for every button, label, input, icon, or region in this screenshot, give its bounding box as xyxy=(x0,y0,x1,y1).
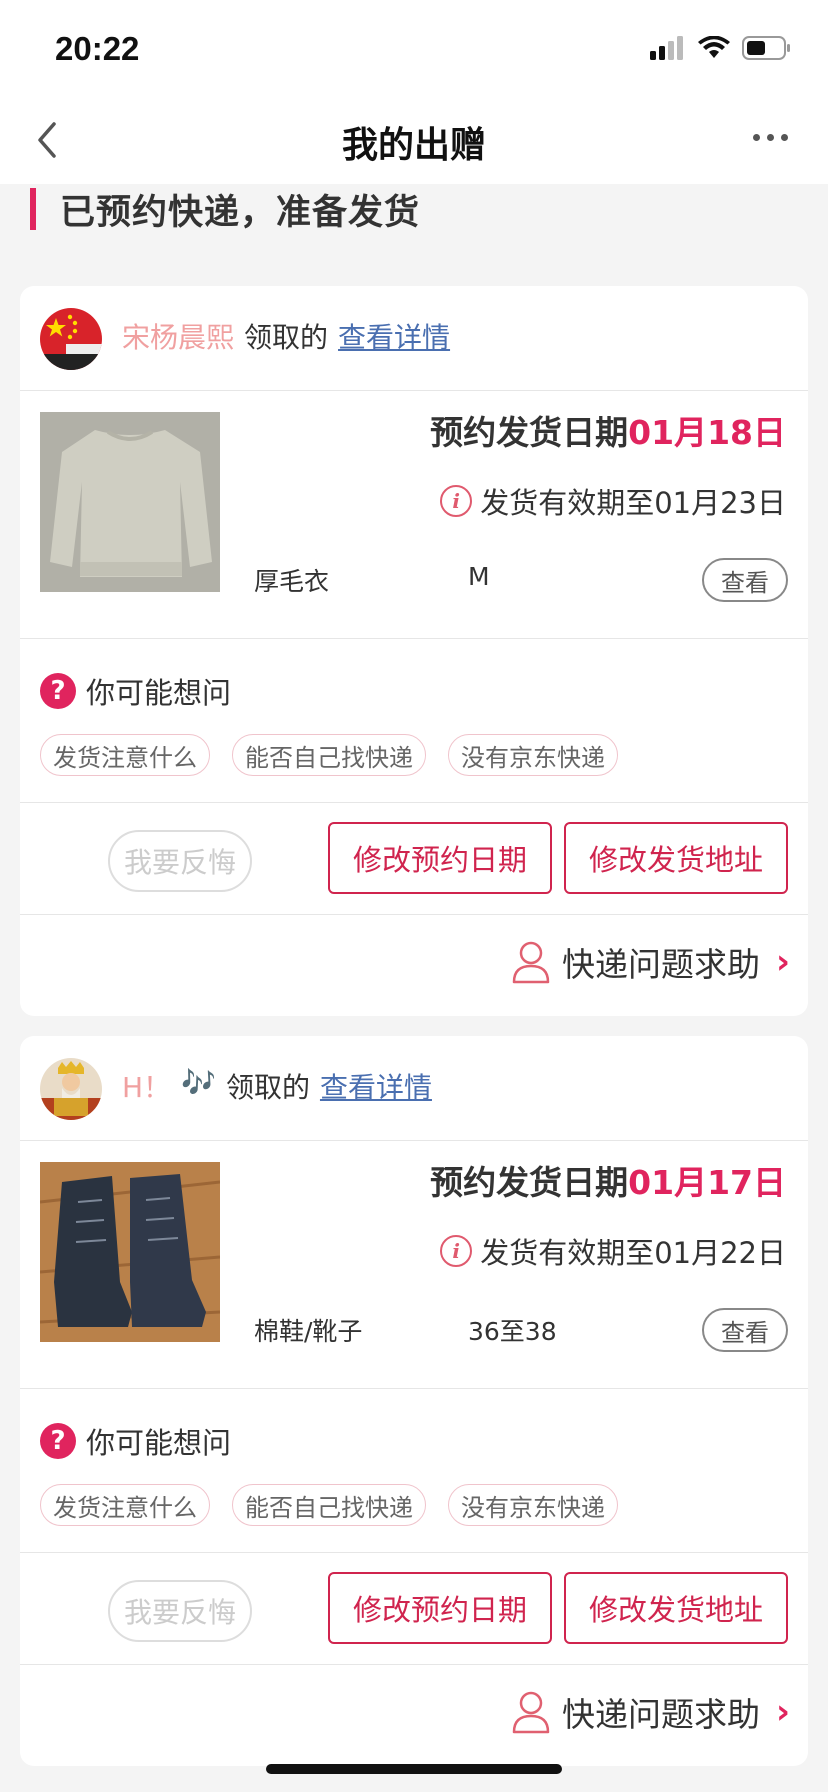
faq-tag[interactable]: 能否自己找快递 xyxy=(232,1484,426,1526)
faq-tags: 发货注意什么 能否自己找快递 没有京东快递 xyxy=(40,1484,618,1526)
nav-bar: 我的出赠 xyxy=(0,96,828,184)
ship-date-label: 预约发货日期 xyxy=(430,1163,629,1202)
validity-text: 发货有效期至01月22日 xyxy=(480,1236,786,1270)
status-heading-text: 已预约快递，准备发货 xyxy=(60,192,421,233)
status-time: 20:22 xyxy=(55,30,140,67)
courier-help-link[interactable]: 快递问题求助 › xyxy=(512,1688,790,1736)
question-icon: ? xyxy=(40,1423,76,1459)
faq-tag[interactable]: 发货注意什么 xyxy=(40,734,210,776)
giver-name: 宋杨晨熙 xyxy=(122,321,235,354)
modify-date-button[interactable]: 修改预约日期 xyxy=(328,822,552,894)
help-label: 快递问题求助 xyxy=(561,1695,760,1734)
help-row: 快递问题求助 › xyxy=(20,914,808,1016)
modify-address-button[interactable]: 修改发货地址 xyxy=(564,822,788,894)
donation-card: H！ 🎶 领取的 查看详情 预约发货日期01月17日 i 发货有效期至01月22… xyxy=(20,1036,808,1766)
status-heading: 已预约快递，准备发货 xyxy=(30,184,420,234)
faq-title-text: 你可能想问 xyxy=(86,1426,232,1460)
giver-row: H！ 🎶 领取的 查看详情 xyxy=(20,1036,808,1140)
faq-tag[interactable]: 能否自己找快递 xyxy=(232,734,426,776)
faq-section: ? 你可能想问 发货注意什么 能否自己找快递 没有京东快递 xyxy=(20,1388,808,1552)
view-details-link[interactable]: 查看详情 xyxy=(320,1066,432,1106)
question-icon: ? xyxy=(40,673,76,709)
faq-section: ? 你可能想问 发货注意什么 能否自己找快递 没有京东快递 xyxy=(20,638,808,802)
more-icon[interactable] xyxy=(753,134,788,141)
giver-name: H！ xyxy=(122,1071,172,1104)
status-icons xyxy=(650,36,792,60)
ship-date-label: 预约发货日期 xyxy=(430,413,629,452)
item-row: 预约发货日期01月18日 i 发货有效期至01月23日 厚毛衣 M 查看 xyxy=(20,390,808,638)
page-title: 我的出赠 xyxy=(341,125,486,166)
validity-text: 发货有效期至01月23日 xyxy=(480,486,786,520)
view-details-link[interactable]: 查看详情 xyxy=(338,316,450,356)
ship-date: 预约发货日期01月18日 xyxy=(430,406,786,454)
wifi-icon xyxy=(698,36,730,58)
music-note-icon: 🎶 xyxy=(181,1066,216,1099)
faq-tag[interactable]: 没有京东快递 xyxy=(448,734,618,776)
avatar[interactable] xyxy=(40,308,102,370)
modify-address-button[interactable]: 修改发货地址 xyxy=(564,1572,788,1644)
action-row: 我要反悔 修改预约日期 修改发货地址 xyxy=(20,1552,808,1664)
help-row: 快递问题求助 › xyxy=(20,1664,808,1766)
item-photo-boots[interactable] xyxy=(40,1162,220,1342)
faq-tag[interactable]: 发货注意什么 xyxy=(40,1484,210,1526)
regret-button[interactable]: 我要反悔 xyxy=(108,1580,252,1642)
chevron-right-icon: › xyxy=(775,942,790,982)
action-row: 我要反悔 修改预约日期 修改发货地址 xyxy=(20,802,808,914)
giver-row: 宋杨晨熙 领取的 查看详情 xyxy=(20,286,808,390)
faq-title: ? 你可能想问 xyxy=(40,1420,231,1462)
info-icon: i xyxy=(440,485,473,517)
signal-icon xyxy=(650,36,683,60)
giver-action-text: 领取的 xyxy=(244,321,329,354)
item-name: 厚毛衣 xyxy=(254,567,330,596)
courier-help-link[interactable]: 快递问题求助 › xyxy=(512,938,790,986)
chevron-right-icon: › xyxy=(775,1692,790,1732)
donation-card: 宋杨晨熙 领取的 查看详情 预约发货日期01月18日 i 发货有效期至01月23… xyxy=(20,286,808,1016)
item-size: 36至38 xyxy=(468,1317,557,1346)
faq-tags: 发货注意什么 能否自己找快递 没有京东快递 xyxy=(40,734,618,776)
home-indicator[interactable] xyxy=(266,1764,562,1774)
person-icon xyxy=(512,941,550,984)
ship-date: 预约发货日期01月17日 xyxy=(430,1156,786,1204)
ship-date-value: 01月17日 xyxy=(628,1163,786,1202)
status-bar: 20:22 xyxy=(0,0,828,96)
item-row: 预约发货日期01月17日 i 发货有效期至01月22日 棉鞋/靴子 36至38 … xyxy=(20,1140,808,1388)
faq-tag[interactable]: 没有京东快递 xyxy=(448,1484,618,1526)
view-button[interactable]: 查看 xyxy=(702,558,788,602)
validity: i 发货有效期至01月22日 xyxy=(440,1230,786,1272)
battery-icon xyxy=(742,36,790,60)
modify-date-button[interactable]: 修改预约日期 xyxy=(328,1572,552,1644)
person-icon xyxy=(512,1691,550,1734)
view-button[interactable]: 查看 xyxy=(702,1308,788,1352)
faq-title-text: 你可能想问 xyxy=(86,676,232,710)
item-size: M xyxy=(468,562,490,591)
avatar[interactable] xyxy=(40,1058,102,1120)
giver-action-text: 领取的 xyxy=(225,1071,310,1104)
help-label: 快递问题求助 xyxy=(561,945,760,984)
regret-button[interactable]: 我要反悔 xyxy=(108,830,252,892)
ship-date-value: 01月18日 xyxy=(628,413,786,452)
heading-accent-bar xyxy=(30,188,36,230)
info-icon: i xyxy=(440,1235,473,1267)
faq-title: ? 你可能想问 xyxy=(40,670,231,712)
item-photo-sweater[interactable] xyxy=(40,412,220,592)
item-name: 棉鞋/靴子 xyxy=(254,1317,363,1346)
validity: i 发货有效期至01月23日 xyxy=(440,480,786,522)
